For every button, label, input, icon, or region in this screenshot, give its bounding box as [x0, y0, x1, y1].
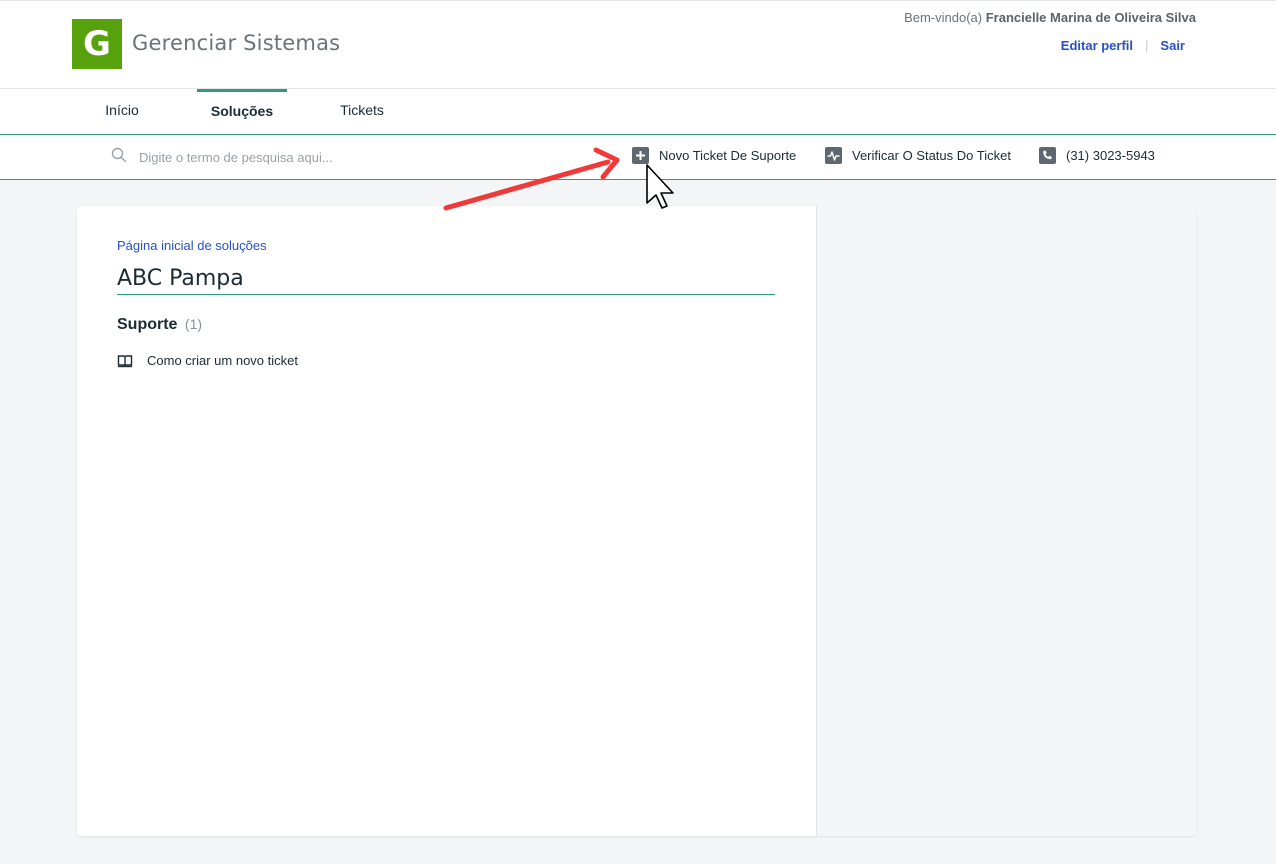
tab-solucoes[interactable]: Soluções: [197, 89, 287, 134]
search-icon: [111, 147, 127, 163]
phone-icon: [1039, 146, 1056, 164]
tab-inicio[interactable]: Início: [86, 89, 158, 134]
user-links: Editar perfil | Sair: [1061, 38, 1185, 53]
section-count: (1): [184, 316, 203, 332]
article-title: Como criar um novo ticket: [147, 353, 298, 368]
site-header: G Gerenciar Sistemas Bem-vindo(a) Franci…: [0, 0, 1276, 89]
brand-name: Gerenciar Sistemas: [132, 31, 341, 55]
card-sidebar: [816, 206, 1197, 836]
check-status-button[interactable]: Verificar O Status Do Ticket: [825, 145, 1011, 165]
activity-icon: [825, 146, 842, 164]
phone-link[interactable]: (31) 3023-5943: [1039, 145, 1155, 165]
action-toolbar: Novo Ticket De Suporte Verificar O Statu…: [0, 135, 1276, 180]
search-input[interactable]: [139, 145, 559, 169]
logo[interactable]: G: [72, 19, 122, 69]
new-ticket-button[interactable]: Novo Ticket De Suporte: [632, 145, 796, 165]
book-icon: [117, 354, 133, 367]
logout-link[interactable]: Sair: [1160, 38, 1185, 53]
new-ticket-label: Novo Ticket De Suporte: [659, 147, 797, 163]
section-title[interactable]: Suporte (1): [117, 316, 202, 334]
phone-label: (31) 3023-5943: [1066, 147, 1155, 163]
section-name: Suporte: [117, 316, 178, 333]
page-title: ABC Pampa: [117, 266, 775, 295]
welcome-text: Bem-vindo(a) Francielle Marina de Olivei…: [904, 10, 1196, 25]
edit-profile-link[interactable]: Editar perfil: [1061, 38, 1133, 53]
list-item[interactable]: Como criar um novo ticket: [117, 353, 298, 368]
link-separator: |: [1145, 38, 1149, 53]
plus-icon: [632, 146, 649, 164]
tab-tickets[interactable]: Tickets: [322, 89, 402, 134]
breadcrumb[interactable]: Página inicial de soluções: [117, 238, 267, 253]
main-tabs: Início Soluções Tickets: [0, 89, 1276, 135]
user-name: Francielle Marina de Oliveira Silva: [985, 10, 1196, 25]
welcome-prefix: Bem-vindo(a): [904, 10, 983, 25]
check-status-label: Verificar O Status Do Ticket: [852, 147, 1011, 163]
